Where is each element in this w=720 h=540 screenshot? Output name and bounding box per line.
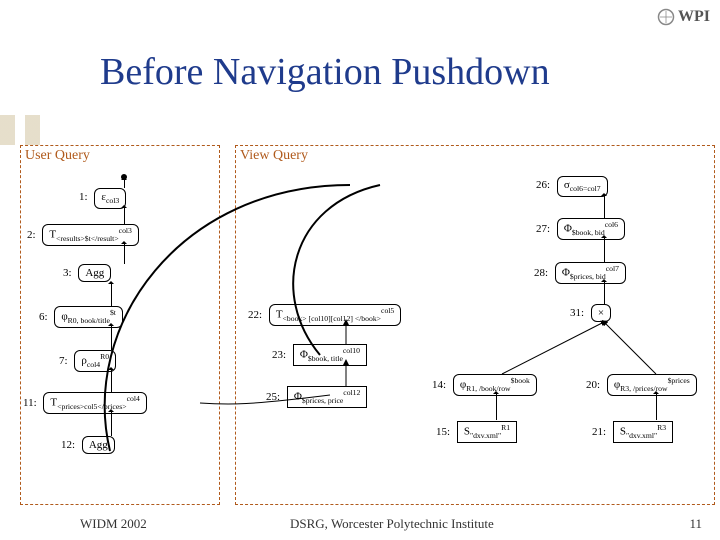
footer-mid: DSRG, Worcester Polytechnic Institute xyxy=(290,516,494,532)
view-panel-label: View Query xyxy=(240,148,308,164)
node-31: 31: × xyxy=(570,304,611,322)
node-21: 21: S"dxv.xml"R3 xyxy=(592,421,673,443)
node-27: 27: Φ$book, bidcol6 xyxy=(536,218,625,240)
node-14: 14: φR1, /book/row$book xyxy=(432,374,537,396)
footer-page: 11 xyxy=(689,516,702,532)
node-26: 26: σcol6=col7 xyxy=(536,176,608,197)
node-12: 12: Agg xyxy=(61,436,115,454)
node-3: 3: Agg xyxy=(63,264,111,282)
decoration xyxy=(0,115,60,145)
node-20: 20: φR3, /prices/row$prices xyxy=(586,374,697,396)
node-1: 1: εcol3 xyxy=(79,188,126,209)
node-22: 22: T<book> [col10][col12] </book>col5 xyxy=(248,304,401,326)
wpi-logo: WPI xyxy=(657,8,710,26)
user-panel-label: User Query xyxy=(25,148,90,164)
node-25: 25: Φ$prices, pricecol12 xyxy=(266,386,367,408)
page-title: Before Navigation Pushdown xyxy=(100,50,550,94)
node-23: 23: Φ$book, titlecol10 xyxy=(272,344,367,366)
user-query-panel: User Query 1: εcol3 2: T<results>$t</res… xyxy=(20,145,220,505)
view-query-panel: View Query 26: σcol6=col7 27: Φ$book, bi… xyxy=(235,145,715,505)
node-28: 28: Φ$prices, bidcol7 xyxy=(534,262,626,284)
footer-left: WIDM 2002 xyxy=(80,516,147,532)
node-11: 11: T<prices>col5</prices>col4 xyxy=(23,392,147,414)
node-15: 15: S"dxv.xml"R1 xyxy=(436,421,517,443)
